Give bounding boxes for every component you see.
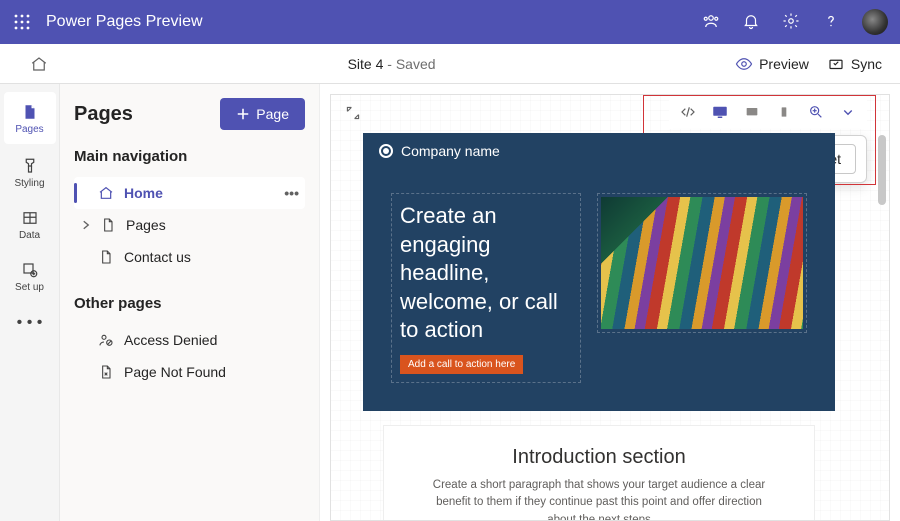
tree-label: Home — [124, 185, 163, 201]
tablet-view-icon[interactable] — [743, 103, 761, 121]
tree-item-pages[interactable]: Pages — [74, 209, 305, 241]
home-icon — [98, 185, 116, 201]
panel-title: Pages — [74, 103, 133, 126]
notifications-icon[interactable] — [742, 12, 762, 32]
setup-icon — [20, 260, 40, 280]
tree-item-contact[interactable]: Contact us — [74, 241, 305, 273]
tree-item-access-denied[interactable]: Access Denied — [74, 324, 305, 356]
rail-pages-label: Pages — [15, 124, 43, 135]
chevron-right-icon[interactable] — [80, 219, 92, 231]
add-page-button[interactable]: Page — [220, 98, 305, 130]
code-view-icon[interactable] — [679, 103, 697, 121]
hero-image — [601, 197, 803, 329]
site-name: Site 4 — [348, 56, 384, 72]
page-icon — [98, 249, 116, 265]
sync-label: Sync — [851, 56, 882, 72]
user-avatar[interactable] — [862, 9, 888, 35]
rail-setup-label: Set up — [15, 282, 44, 293]
rail-more[interactable]: • • • — [17, 306, 43, 340]
hero-headline: Create an engaging headline, welcome, or… — [400, 202, 572, 345]
radio-selected-icon[interactable] — [379, 144, 393, 158]
hero-section[interactable]: Company name Create an engaging headline… — [363, 133, 835, 411]
section-main-nav: Main navigation — [74, 148, 305, 165]
command-bar: Site 4 - Saved Preview Sync — [0, 44, 900, 84]
canvas-toolbar — [669, 95, 867, 129]
tree-item-not-found[interactable]: Page Not Found — [74, 356, 305, 388]
rail-data[interactable]: Data — [0, 198, 60, 250]
hero-text-block[interactable]: Create an engaging headline, welcome, or… — [391, 193, 581, 383]
app-launcher-icon[interactable] — [12, 12, 32, 32]
pages-panel: Pages Page Main navigation Home ••• Page… — [60, 84, 320, 521]
rail-pages[interactable]: Pages — [4, 92, 56, 144]
community-icon[interactable] — [702, 12, 722, 32]
tree-label: Page Not Found — [124, 364, 226, 380]
tree-label: Pages — [126, 217, 166, 233]
page-icon — [100, 217, 118, 233]
company-name-label: Company name — [401, 143, 500, 159]
home-icon[interactable] — [30, 55, 48, 73]
desktop-view-icon[interactable] — [711, 103, 729, 121]
access-denied-icon — [98, 332, 116, 348]
mobile-view-icon[interactable] — [775, 103, 793, 121]
resize-diagonal-icon[interactable] — [345, 105, 361, 126]
help-icon[interactable] — [822, 12, 842, 32]
add-page-label: Page — [256, 106, 289, 122]
intro-body: Create a short paragraph that shows your… — [424, 477, 774, 521]
data-icon — [20, 208, 40, 228]
left-rail: Pages Styling Data Set up • • • — [0, 84, 60, 521]
rail-setup[interactable]: Set up — [0, 250, 60, 302]
scrollbar-thumb[interactable] — [878, 135, 886, 205]
page-error-icon — [98, 364, 116, 380]
tree-item-home[interactable]: Home ••• — [74, 177, 305, 209]
rail-styling[interactable]: Styling — [0, 146, 60, 198]
chevron-down-icon[interactable] — [839, 103, 857, 121]
pages-icon — [20, 102, 40, 122]
tree-label: Access Denied — [124, 332, 217, 348]
intro-section[interactable]: Introduction section Create a short para… — [383, 425, 815, 521]
preview-button[interactable]: Preview — [735, 55, 809, 73]
styling-icon — [20, 156, 40, 176]
preview-label: Preview — [759, 56, 809, 72]
canvas-scrollbar[interactable] — [877, 135, 887, 514]
section-other-pages: Other pages — [74, 295, 305, 312]
settings-icon[interactable] — [782, 12, 802, 32]
rail-data-label: Data — [19, 230, 40, 241]
design-canvas-area: 50% Reset Company name Create an engagin… — [320, 84, 900, 521]
save-status: - Saved — [383, 56, 435, 72]
sync-button[interactable]: Sync — [827, 55, 882, 73]
app-title: Power Pages Preview — [46, 13, 702, 31]
intro-title: Introduction section — [424, 446, 774, 469]
zoom-icon[interactable] — [807, 103, 825, 121]
global-header: Power Pages Preview — [0, 0, 900, 44]
hero-image-slot[interactable] — [597, 193, 807, 333]
more-icon[interactable]: ••• — [284, 185, 299, 201]
rail-styling-label: Styling — [14, 178, 44, 189]
hero-cta-button[interactable]: Add a call to action here — [400, 355, 523, 374]
tree-label: Contact us — [124, 249, 191, 265]
